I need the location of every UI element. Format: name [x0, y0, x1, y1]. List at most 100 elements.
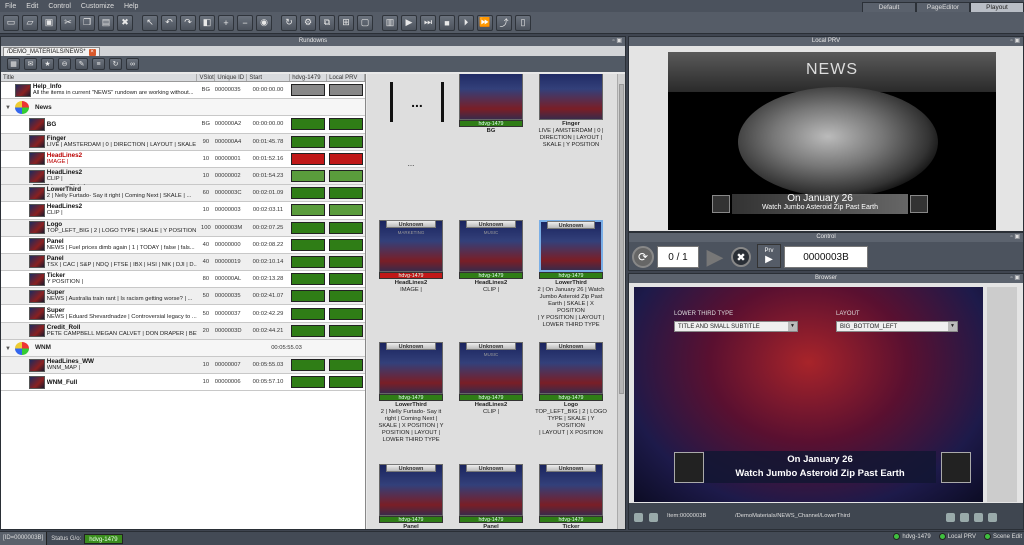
hdvg-status-cell[interactable] — [291, 152, 326, 165]
window-icon[interactable]: ▯ — [515, 14, 531, 31]
copy-icon[interactable]: ❐ — [79, 14, 95, 31]
rundown-item-row[interactable]: Ticker Y POSITION | 80 000000AL 00:02:13.28 — [1, 271, 365, 289]
thumbnail-card[interactable]: Unknownhdvg-1479PanelTSX | CAC | S&P | N… — [455, 464, 527, 529]
monitor-icon[interactable]: ▢ — [357, 14, 373, 31]
panel-controls-icon[interactable]: ▫ ▣ — [1011, 274, 1020, 283]
eraser-icon[interactable]: ◧ — [199, 14, 215, 31]
local-prv-status-cell[interactable] — [329, 221, 363, 234]
play-icon[interactable]: ▶ — [401, 14, 417, 31]
col-unique-id[interactable]: Unique ID — [215, 74, 248, 81]
hdvg-status-cell[interactable] — [291, 376, 326, 389]
perspective-tab-default[interactable]: Default — [862, 1, 916, 12]
local-prv-status-cell[interactable] — [329, 187, 363, 200]
rundown-item-row[interactable]: HeadLines_WW WNM_MAP | 10 00000007 00:05:55.… — [1, 357, 365, 375]
rundown-item-row[interactable]: Super NEWS | Australia train rant | Is ra… — [1, 288, 365, 306]
expand-icon[interactable]: ▼ — [5, 105, 11, 111]
chevron-down-icon[interactable]: ▼ — [788, 322, 797, 331]
step-icon[interactable]: ⏵ — [458, 14, 474, 31]
thumbnail-card[interactable]: Unknown hdvg-1479 LowerThird 2 | On January… — [535, 220, 607, 329]
hdvg-status-cell[interactable] — [291, 187, 326, 200]
local-prv-status-cell[interactable] — [329, 204, 363, 217]
hdvg-status-cell[interactable] — [291, 84, 326, 97]
remove-icon[interactable]: ⊖ — [58, 58, 71, 70]
play-icon[interactable]: ▶ — [703, 244, 727, 269]
settings-icon[interactable] — [634, 513, 643, 522]
edit-icon[interactable] — [974, 513, 983, 522]
hdvg-status-cell[interactable] — [291, 359, 326, 372]
expand-icon[interactable]: ▼ — [5, 346, 11, 352]
perspective-tab-pageeditor[interactable]: PageEditor — [916, 1, 970, 12]
col-local-prv[interactable]: Local PRV — [327, 74, 365, 81]
rundown-item-row[interactable]: HeadLines2 CLIP | 10 00000003 00:02:03.11 — [1, 202, 365, 220]
menu-edit[interactable]: Edit — [21, 3, 43, 10]
panel-controls-icon[interactable]: ▫ ▣ — [1011, 37, 1020, 46]
home-alt-icon[interactable] — [960, 513, 969, 522]
network-icon[interactable]: ⊞ — [338, 14, 354, 31]
select-icon[interactable]: ↖ — [142, 14, 158, 31]
rundown-group-row[interactable]: ▼ News — [1, 99, 365, 117]
stop-icon[interactable]: ✖ — [731, 247, 751, 267]
thumbnail-card[interactable]: Unknown hdvg-1479 Logo TOP_LEFT_BIG | 2 | L… — [535, 342, 607, 437]
layout-select[interactable]: BIG_BOTTOM_LEFT ▼ — [836, 321, 958, 332]
local-prv-status-cell[interactable] — [329, 135, 363, 148]
thumbnail-card[interactable]: Finger LIVE | AMSTERDAM | 0 | DIRECTION | … — [535, 74, 607, 149]
local-prv-status-cell[interactable] — [329, 170, 363, 183]
col-title[interactable]: Title — [1, 74, 198, 81]
hdvg-status-cell[interactable] — [291, 324, 326, 337]
thumbnail-card[interactable]: Unknownhdvg-1479TickerY POSITION — [535, 464, 607, 529]
redo-icon[interactable]: ↷ — [180, 14, 196, 31]
status-right-sceneedit[interactable]: Scene Edit — [993, 534, 1022, 540]
rundown-item-row[interactable]: HeadLines2 CLIP | 10 00000002 00:01:54.23 — [1, 167, 365, 186]
status-chip[interactable]: hdvg-1479 — [84, 533, 123, 544]
continue-icon[interactable]: ⏩ — [477, 14, 493, 31]
refresh-icon[interactable]: ↻ — [281, 14, 297, 31]
panel-controls-icon[interactable]: ▫ ▣ — [613, 37, 622, 46]
open-icon[interactable]: ▱ — [22, 14, 38, 31]
menu-help[interactable]: Help — [119, 3, 143, 10]
thumbnail-card[interactable]: Unknown MUSIC hdvg-1479 HeadLines2 CLIP | — [455, 220, 527, 294]
thumbnail-card[interactable]: Unknown MARKETING hdvg-1479 HeadLines2 IMAGE… — [375, 220, 447, 294]
remove-icon[interactable]: − — [237, 14, 253, 31]
local-prv-status-cell[interactable] — [329, 376, 363, 389]
link-icon[interactable]: ⧉ — [319, 14, 335, 31]
thumbnail-card[interactable]: Unknownhdvg-1479PanelNEWS | Fuel prices … — [375, 464, 447, 529]
hdvg-status-cell[interactable] — [291, 307, 326, 320]
hdvg-status-cell[interactable] — [291, 255, 326, 268]
play-next-icon[interactable]: ⏭ — [420, 14, 436, 31]
rundown-item-row[interactable]: Finger LIVE | AMSTERDAM | 0 | DIRECTION |… — [1, 133, 365, 151]
chevron-down-icon[interactable]: ▼ — [948, 322, 957, 331]
rundown-group-row[interactable]: ▼ WNM 00:05:55.03 — [1, 339, 365, 357]
panel-controls-icon[interactable]: ▫ ▣ — [1011, 233, 1020, 242]
arrow-right-icon[interactable] — [988, 513, 997, 522]
star-icon[interactable]: ★ — [41, 58, 54, 70]
mail-icon[interactable]: ✉ — [24, 58, 37, 70]
status-right-hdvg[interactable]: hdvg-1479 — [902, 534, 930, 540]
local-prv-status-cell[interactable] — [329, 324, 363, 337]
curve-icon[interactable]: ⤴ — [496, 14, 512, 31]
refresh-icon[interactable]: ↻ — [109, 58, 122, 70]
lowerthird-type-select[interactable]: TITLE AND SMALL SUBTITLE ▼ — [674, 321, 798, 332]
loop-icon[interactable]: ∞ — [126, 58, 139, 70]
paste-icon[interactable]: ▤ — [98, 14, 114, 31]
menu-control[interactable]: Control — [43, 3, 76, 10]
save-icon[interactable]: ▣ — [41, 14, 57, 31]
perspective-tab-playout[interactable]: Playout — [970, 1, 1024, 12]
thumbnail-card[interactable]: hdvg-1479 BG — [455, 74, 527, 135]
rundown-item-row[interactable]: HeadLines2 IMAGE | 10 00000001 00:01:52.16 — [1, 150, 365, 168]
add-icon[interactable]: + — [218, 14, 234, 31]
local-prv-status-cell[interactable] — [329, 307, 363, 320]
thumbnail-card[interactable]: Unknown MUSIC hdvg-1479 HeadLines2 CLIP | — [455, 342, 527, 416]
hdvg-status-cell[interactable] — [291, 238, 326, 251]
settings-icon[interactable]: ⚙ — [300, 14, 316, 31]
close-icon[interactable]: × — [88, 48, 96, 56]
brush-icon[interactable]: ✎ — [75, 58, 88, 70]
monitor2-icon[interactable]: ▥ — [382, 14, 398, 31]
scrollbar-thumb[interactable] — [619, 84, 624, 394]
local-prv-status-cell[interactable] — [329, 273, 363, 286]
hdvg-status-cell[interactable] — [291, 290, 326, 303]
camera-icon[interactable]: ◉ — [256, 14, 272, 31]
home-icon[interactable] — [946, 513, 955, 522]
local-prv-status-cell[interactable] — [329, 238, 363, 251]
menu-file[interactable]: File — [0, 3, 21, 10]
stop-icon[interactable]: ■ — [439, 14, 455, 31]
